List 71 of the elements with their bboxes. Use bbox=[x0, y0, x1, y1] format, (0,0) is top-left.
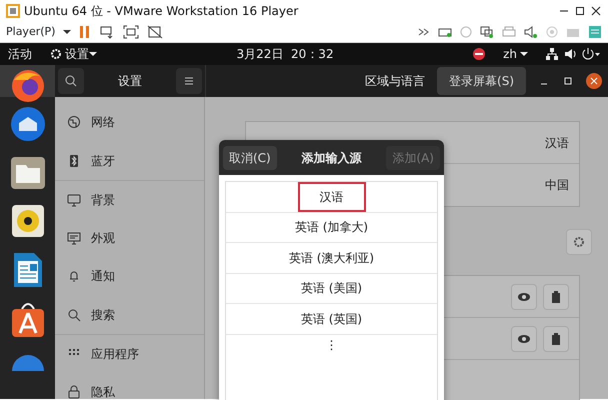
sidebar-item[interactable]: 背景 bbox=[55, 180, 204, 218]
trash-icon bbox=[551, 290, 561, 302]
list-item[interactable]: 英语 (澳大利亚) bbox=[268, 244, 394, 271]
caret-icon[interactable] bbox=[89, 51, 97, 57]
list-item[interactable]: 英语 (美国) bbox=[280, 275, 382, 302]
window-title: Ubuntu 64 位 - VMware Workstation 16 Player bbox=[24, 3, 300, 20]
caret-icon[interactable] bbox=[63, 29, 72, 35]
bell-icon bbox=[67, 269, 81, 284]
network-adapter-icon[interactable] bbox=[480, 26, 494, 38]
list-item[interactable]: 英语 (英国) bbox=[280, 306, 382, 332]
eye-icon bbox=[517, 292, 531, 302]
activities-button[interactable]: 活动 bbox=[8, 45, 32, 63]
sidebar-item[interactable]: 隐私 bbox=[55, 372, 204, 400]
monitor-icon bbox=[67, 192, 81, 207]
clock[interactable]: 3月22日 20：32 bbox=[236, 45, 334, 63]
login-screen-button[interactable]: 登录屏幕(S) bbox=[437, 67, 526, 95]
list-item[interactable]: 汉语 bbox=[298, 182, 366, 212]
folder-icon[interactable] bbox=[8, 155, 46, 191]
cancel-button[interactable]: 取消(C) bbox=[223, 146, 277, 170]
gear-icon bbox=[50, 48, 62, 60]
more-items-button[interactable]: ⋮ bbox=[306, 332, 358, 358]
speaker-icon[interactable] bbox=[10, 203, 46, 239]
no-entry-icon bbox=[473, 48, 486, 60]
preview-button[interactable] bbox=[511, 326, 537, 352]
lock-icon bbox=[67, 384, 81, 399]
maximize-icon[interactable] bbox=[562, 75, 574, 87]
preview-button[interactable] bbox=[511, 284, 537, 310]
globe-icon bbox=[67, 115, 81, 130]
sidebar-item[interactable]: 网络 bbox=[55, 103, 204, 142]
maximize-icon[interactable] bbox=[574, 5, 586, 17]
page-title: 区域与语言 bbox=[365, 73, 426, 90]
sidebar-item[interactable]: 应用程序 bbox=[55, 334, 204, 372]
search-icon bbox=[65, 75, 77, 87]
monitor-icon bbox=[67, 230, 81, 245]
app-menu[interactable]: 设置 bbox=[50, 45, 89, 63]
input-method-menu[interactable]: zh bbox=[503, 45, 517, 63]
trash-icon bbox=[551, 332, 561, 344]
sidebar-title: 设置 bbox=[117, 73, 143, 90]
pause-icon[interactable] bbox=[79, 25, 92, 39]
volume-icon[interactable] bbox=[564, 48, 576, 60]
firefox-icon[interactable] bbox=[10, 68, 46, 104]
search-icon bbox=[67, 308, 81, 322]
list-item[interactable]: 英语 (加拿大) bbox=[274, 214, 388, 240]
bluetooth-icon bbox=[67, 154, 81, 168]
sidebar-item[interactable]: 外观 bbox=[55, 218, 204, 257]
input-options-button[interactable] bbox=[566, 229, 592, 255]
network-icon[interactable] bbox=[546, 48, 558, 60]
store-bag-icon[interactable] bbox=[10, 301, 46, 339]
fullscreen-icon[interactable] bbox=[123, 25, 140, 39]
more-icon[interactable] bbox=[418, 26, 430, 38]
menu-button[interactable] bbox=[176, 68, 202, 94]
remove-button[interactable] bbox=[543, 284, 569, 310]
remove-button[interactable] bbox=[543, 326, 569, 352]
sound-icon[interactable] bbox=[524, 26, 538, 38]
sidebar-item[interactable]: 搜索 bbox=[55, 296, 204, 334]
sidebar-item[interactable]: 蓝牙 bbox=[55, 142, 204, 180]
close-icon[interactable] bbox=[590, 5, 602, 17]
send-keys-icon[interactable] bbox=[99, 25, 116, 39]
setting-value: 中国 bbox=[545, 177, 569, 194]
eye-icon bbox=[517, 334, 531, 344]
sidebar-item[interactable]: 通知 bbox=[55, 257, 204, 296]
menu-icon bbox=[183, 75, 195, 87]
close-icon[interactable] bbox=[586, 73, 602, 89]
vmware-logo-icon bbox=[6, 4, 20, 18]
player-menu[interactable]: Player(P) bbox=[6, 24, 56, 40]
power-icon[interactable] bbox=[582, 48, 600, 60]
caret-icon[interactable] bbox=[520, 51, 528, 57]
search-button[interactable] bbox=[58, 68, 84, 94]
dialog-title: 添加输入源 bbox=[302, 150, 362, 166]
gear-icon bbox=[573, 236, 585, 248]
setting-value: 汉语 bbox=[545, 134, 569, 152]
